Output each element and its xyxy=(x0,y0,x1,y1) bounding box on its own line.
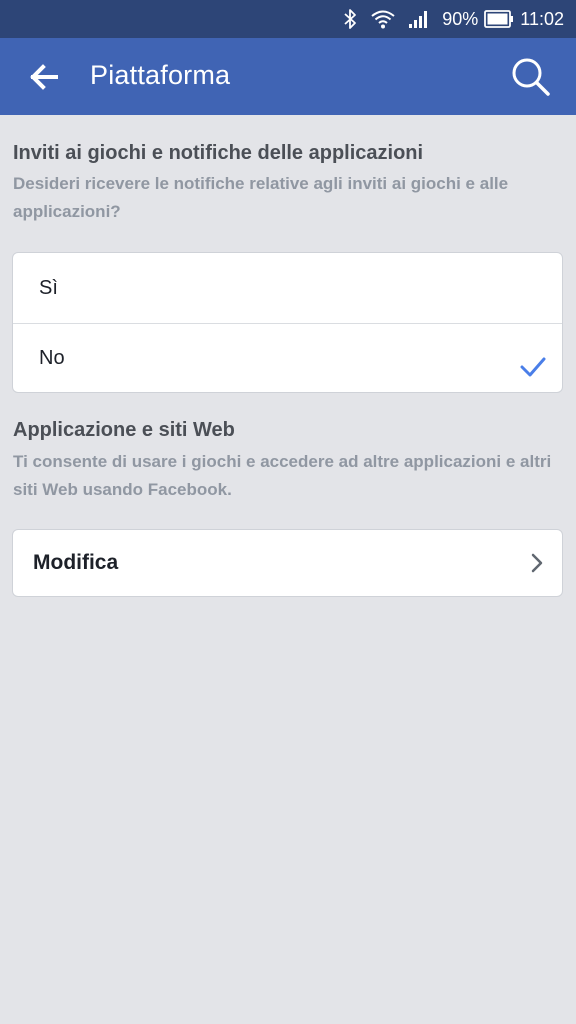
wifi-icon xyxy=(370,8,396,30)
signal-icon xyxy=(408,9,430,29)
apps-edit-card: Modifica xyxy=(12,529,563,597)
edit-button[interactable]: Modifica xyxy=(13,530,562,596)
app-bar: Piattaforma xyxy=(0,38,576,115)
option-yes[interactable]: Sì xyxy=(13,253,562,323)
checkmark-icon xyxy=(520,357,546,377)
status-bar: 90% 11:02 xyxy=(0,0,576,38)
option-label: Sì xyxy=(39,276,58,299)
notifications-section-title: Inviti ai giochi e notifiche delle appli… xyxy=(13,142,424,164)
option-label: No xyxy=(39,347,65,369)
back-button[interactable] xyxy=(26,60,62,94)
apps-section-title: Applicazione e siti Web xyxy=(13,419,235,441)
notifications-options-card: Sì No xyxy=(12,252,563,393)
clock: 11:02 xyxy=(520,8,564,29)
arrow-left-icon xyxy=(30,64,58,90)
search-icon xyxy=(512,58,550,96)
battery-percent: 90% xyxy=(442,8,479,29)
battery-icon xyxy=(484,10,514,28)
bluetooth-icon xyxy=(342,8,358,30)
apps-section-description: Ti consente di usare i giochi e accedere… xyxy=(13,452,552,499)
edit-label: Modifica xyxy=(33,551,119,574)
notifications-section-description: Desideri ricevere le notifiche relative … xyxy=(13,174,509,221)
search-button[interactable] xyxy=(510,56,552,98)
page-title: Piattaforma xyxy=(90,60,231,90)
option-no[interactable]: No xyxy=(13,323,562,392)
chevron-right-icon xyxy=(531,553,543,573)
